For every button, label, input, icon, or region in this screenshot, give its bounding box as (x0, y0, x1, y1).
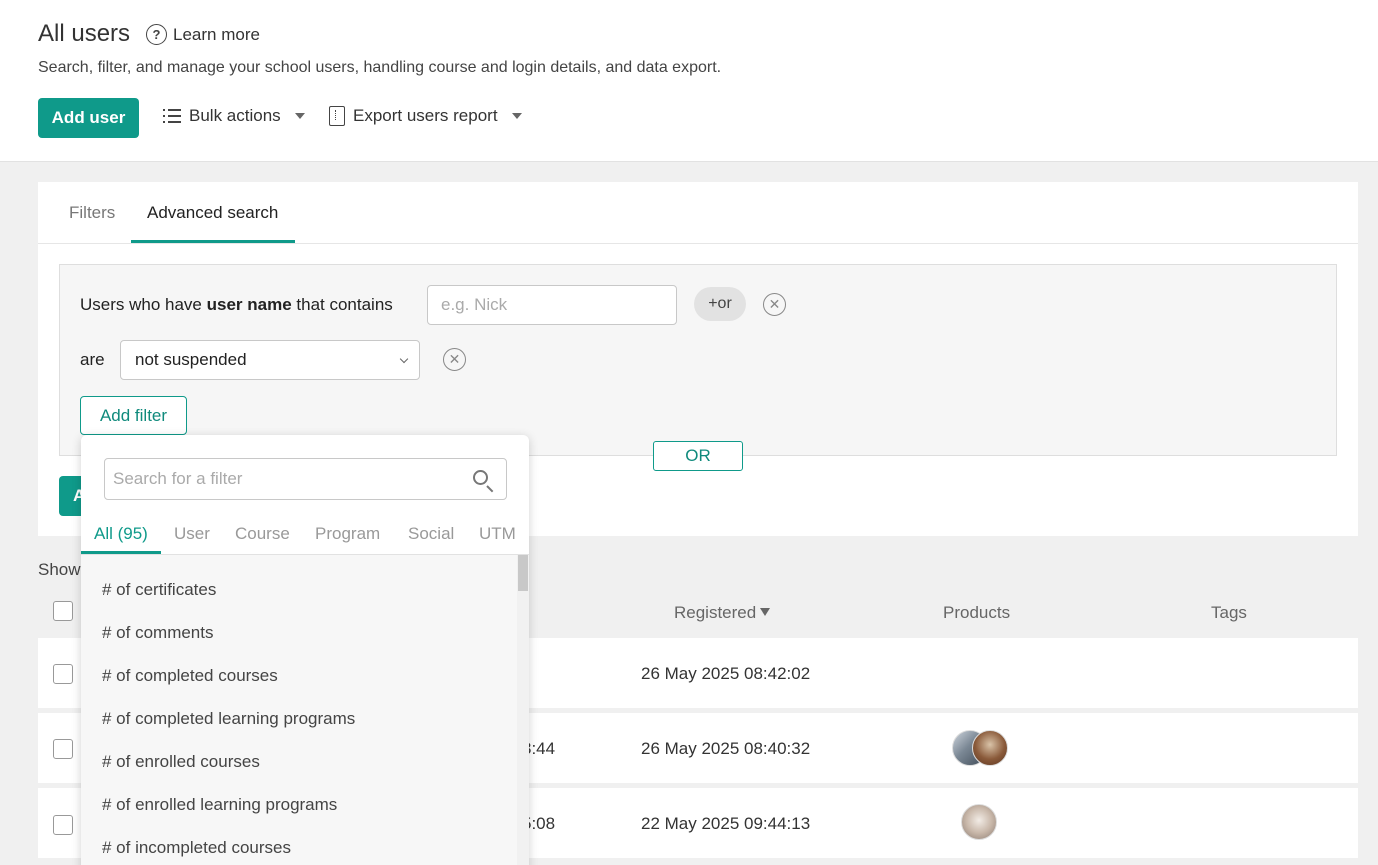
filter-option[interactable]: # of enrolled learning programs (102, 795, 337, 815)
active-filter-tab-indicator (81, 551, 161, 554)
caret-down-icon (294, 113, 305, 119)
page-header: All users ? Learn more Search, filter, a… (0, 0, 1378, 162)
search-tabs: Filters Advanced search (38, 182, 1358, 244)
filter-option[interactable]: # of incompleted courses (102, 838, 291, 858)
filter-option[interactable]: # of completed courses (102, 666, 278, 686)
criteria-box: Users who have user name that contains +… (59, 264, 1337, 471)
filter-option[interactable]: # of comments (102, 623, 214, 643)
user-name-input[interactable] (427, 285, 677, 325)
list-icon (163, 108, 181, 124)
filter-tab-utm[interactable]: UTM (479, 524, 516, 544)
criterion-prefix: Users who have (80, 295, 207, 314)
filter-tab-course[interactable]: Course (235, 524, 290, 544)
registered-cell: 26 May 2025 08:40:32 (641, 739, 811, 758)
row-checkbox[interactable] (53, 739, 73, 759)
remove-criterion-icon[interactable]: ✕ (763, 293, 786, 316)
page-subtitle: Search, filter, and manage your school u… (38, 59, 722, 76)
product-thumbnail[interactable] (972, 730, 1008, 766)
add-filter-button[interactable]: Add filter (80, 396, 187, 435)
remove-criterion-icon[interactable]: ✕ (443, 348, 466, 371)
registered-cell: 26 May 2025 08:42:02 (641, 664, 811, 683)
registered-cell: 22 May 2025 09:44:13 (641, 814, 811, 833)
file-zip-icon (329, 106, 345, 126)
filter-option[interactable]: # of enrolled courses (102, 752, 260, 772)
are-label: are (80, 350, 105, 369)
add-user-button[interactable]: Add user (38, 98, 139, 138)
filter-category-tabs: All (95) User Course Program Social UTM (81, 515, 529, 555)
export-users-report-label: Export users report (353, 106, 498, 125)
product-thumbnail[interactable] (961, 804, 997, 840)
bulk-actions-label: Bulk actions (189, 106, 281, 125)
search-icon (473, 470, 495, 493)
sort-desc-icon (760, 608, 771, 616)
criterion-suffix: that contains (291, 295, 393, 314)
scrollbar-thumb[interactable] (518, 555, 528, 591)
results-count-text: Show (38, 560, 81, 579)
filter-list-scrollbar[interactable] (517, 555, 529, 865)
column-registered-label: Registered (674, 603, 757, 622)
tab-advanced-search[interactable]: Advanced search (147, 203, 278, 223)
export-users-report-button[interactable]: Export users report (329, 106, 522, 126)
filter-tab-program[interactable]: Program (315, 524, 380, 544)
criterion-label: Users who have user name that contains (80, 295, 393, 315)
filter-tab-all[interactable]: All (95) (94, 524, 148, 544)
column-registered[interactable]: Registered (674, 603, 771, 623)
column-tags: Tags (1211, 603, 1247, 622)
suspension-status-select[interactable]: not suspended (120, 340, 420, 380)
filter-list: # of certificates # of comments # of com… (81, 555, 517, 865)
criterion-field: user name (206, 295, 292, 314)
column-products: Products (943, 603, 1011, 622)
filter-search-input[interactable] (104, 458, 507, 500)
row-checkbox[interactable] (53, 664, 73, 684)
chevron-down-icon (399, 354, 409, 364)
filter-option[interactable]: # of completed learning programs (102, 709, 355, 729)
page-title: All users (38, 20, 131, 47)
learn-more-label: Learn more (173, 24, 260, 44)
filter-dropdown: All (95) User Course Program Social UTM … (81, 435, 529, 865)
filter-tab-user[interactable]: User (174, 524, 210, 544)
select-value: not suspended (135, 350, 247, 369)
filter-option[interactable]: # of certificates (102, 580, 216, 600)
help-circle-icon: ? (146, 24, 167, 45)
bulk-actions-button[interactable]: Bulk actions (163, 106, 305, 126)
active-tab-indicator (131, 240, 295, 243)
add-or-button[interactable]: +or (694, 287, 746, 321)
filter-tab-social[interactable]: Social (408, 524, 454, 544)
tab-filters[interactable]: Filters (69, 203, 115, 223)
caret-down-icon (511, 113, 522, 119)
or-group-button[interactable]: OR (653, 441, 743, 471)
row-checkbox[interactable] (53, 815, 73, 835)
select-all-checkbox[interactable] (53, 601, 73, 621)
learn-more-link[interactable]: ? Learn more (146, 24, 260, 45)
